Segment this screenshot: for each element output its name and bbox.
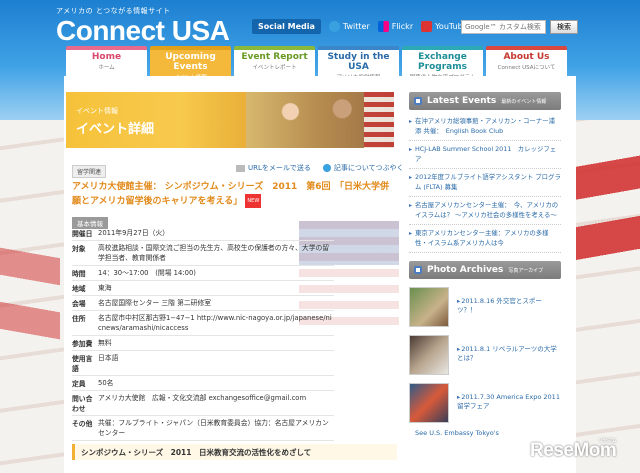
mail-icon bbox=[236, 164, 245, 172]
tab-about-us[interactable]: About Us Connect USAについて bbox=[486, 46, 567, 76]
twitter-link[interactable]: Twitter bbox=[328, 21, 370, 32]
tab-upcoming-events[interactable]: Upcoming Events イベント情報 bbox=[150, 46, 231, 81]
latest-event-link[interactable]: 名古屋アメリカンセンター主催： 今、アメリカのイスラムは？ 〜アメリカ社会の多様… bbox=[409, 197, 561, 225]
youtube-icon bbox=[421, 21, 433, 32]
info-row-region: 地域 東海 bbox=[72, 281, 334, 296]
info-row-other: その他 共催：フルブライト・ジャパン（日米教育委員会）協力：名古屋アメリカンセンタ… bbox=[72, 416, 334, 441]
tab-exchange-programs[interactable]: Exchange Programs 国務省人物交流プログラム bbox=[402, 46, 483, 81]
category-badge: 留学関連 bbox=[72, 165, 107, 178]
photo-thumbnail[interactable] bbox=[409, 335, 449, 375]
tab-study-in-usa[interactable]: Study in the USA アメリカ留学情報 bbox=[318, 46, 399, 81]
site-logo[interactable]: アメリカの とつながる情報サイト Connect USA bbox=[56, 6, 230, 46]
embassy-photos-link[interactable]: See U.S. Embassy Tokyo's bbox=[409, 429, 561, 437]
share-bar: URLをメールで送る 記事についてつぶやく bbox=[236, 163, 404, 173]
info-row-venue: 会場 名古屋国際センター 三階 第二研修室 bbox=[72, 296, 334, 311]
latest-event-link[interactable]: 在沖アメリカ総領事館・アメリカン・コーナー浦添 共催： English Book… bbox=[409, 113, 561, 141]
section-heading: シンポジウム・シリーズ 2011 日米教育交流の活性化をめざして bbox=[72, 444, 397, 460]
photo-caption[interactable]: 2011.8.16 外交官とスポーツ？！ bbox=[457, 297, 561, 315]
page-banner: イベント情報 イベント詳細 bbox=[66, 92, 394, 148]
event-info-table: 開催日 2011年9月27日（火） 対象 高校進路相談・国際交流ご担当の先生方、高校… bbox=[72, 226, 334, 441]
sidebar: Latest Events 最新のイベント情報 在沖アメリカ総領事館・アメリカン… bbox=[409, 92, 561, 437]
tweet-article-link[interactable]: 記事についてつぶやく bbox=[322, 163, 404, 173]
latest-event-link[interactable]: HCJ-LAB Summer School 2011 カレッジフェア bbox=[409, 141, 561, 169]
flickr-link[interactable]: Flickr bbox=[377, 21, 413, 32]
info-row-contact: 問い合わせ アメリカ大使館 広報・文化交流部 exchangesoffice@gm… bbox=[72, 391, 334, 416]
banner-subtitle: イベント情報 bbox=[76, 107, 118, 115]
main-navigation: Home ホーム Upcoming Events イベント情報 Event Re… bbox=[66, 46, 567, 81]
info-row-capacity: 定員 50名 bbox=[72, 376, 334, 391]
twitter-bird-icon bbox=[322, 164, 331, 172]
banner-flag-decoration bbox=[364, 92, 394, 148]
content-panel: イベント情報 イベント詳細 URLをメールで送る 記事についてつぶやく 留学関連… bbox=[64, 76, 576, 473]
photo-thumbnail[interactable] bbox=[409, 287, 449, 327]
article-title: アメリカ大使館主催： シンポジウム・シリーズ 2011 第6回 「日米大学併願と… bbox=[72, 182, 390, 208]
tab-event-report[interactable]: Event Report イベントレポート bbox=[234, 46, 315, 76]
search-form: 検索 bbox=[461, 20, 578, 34]
info-row-fee: 参加費 無料 bbox=[72, 336, 334, 351]
logo-wordmark: Connect USA bbox=[56, 15, 230, 46]
photo-caption[interactable]: 2011.8.1 リベラルアーツの大学とは？ bbox=[457, 345, 561, 363]
address-link[interactable]: 名古屋市中村区那古野1−47−1 http://www.nic-nagoya.o… bbox=[98, 313, 334, 333]
photo-thumbnail[interactable] bbox=[409, 383, 449, 423]
photo-caption[interactable]: 2011.7.30 America Expo 2011 留学フェア bbox=[457, 393, 561, 411]
latest-event-link[interactable]: 東京アメリカンセンター主催：アメリカの多様性・イスラム系アメリカ人は今 bbox=[409, 225, 561, 253]
social-media-label: Social Media bbox=[252, 19, 321, 34]
email-url-link[interactable]: URLをメールで送る bbox=[236, 163, 311, 173]
photo-archive-item[interactable]: 2011.8.1 リベラルアーツの大学とは？ bbox=[409, 335, 561, 375]
new-badge: NEW bbox=[245, 194, 262, 208]
info-row-language: 使用言語 日本語 bbox=[72, 351, 334, 376]
photo-archive-item[interactable]: 2011.8.16 外交官とスポーツ？！ bbox=[409, 287, 561, 327]
square-bullet-icon bbox=[414, 266, 422, 274]
social-media-bar: Social Media Twitter Flickr YouTube bbox=[252, 19, 468, 34]
info-row-audience: 対象 高校進路相談・国際交流ご担当の先生方、高校生の保護者の方々、大学の留学担当者… bbox=[72, 241, 334, 266]
info-row-address: 住所 名古屋市中村区那古野1−47−1 http://www.nic-nagoya… bbox=[72, 311, 334, 336]
info-row-date: 開催日 2011年9月27日（火） bbox=[72, 226, 334, 241]
flickr-icon bbox=[377, 21, 389, 32]
search-button[interactable]: 検索 bbox=[550, 20, 578, 34]
resemom-watermark: ReseMom リセマム bbox=[530, 438, 617, 461]
square-bullet-icon bbox=[414, 97, 422, 105]
photo-archives-header: Photo Archives 写真アーカイブ bbox=[409, 261, 561, 279]
info-row-time: 時間 14：30〜17:00 (開場 14:00) bbox=[72, 266, 334, 281]
photo-archives: Photo Archives 写真アーカイブ 2011.8.16 外交官とスポー… bbox=[409, 261, 561, 437]
search-input[interactable] bbox=[461, 20, 546, 34]
latest-events-header: Latest Events 最新のイベント情報 bbox=[409, 92, 561, 110]
twitter-icon bbox=[328, 21, 340, 32]
tab-home[interactable]: Home ホーム bbox=[66, 46, 147, 76]
page-title: イベント詳細 bbox=[76, 122, 155, 137]
latest-events-list: 在沖アメリカ総領事館・アメリカン・コーナー浦添 共催： English Book… bbox=[409, 113, 561, 253]
red-stripe-decoration-left bbox=[0, 150, 60, 410]
photo-archive-item[interactable]: 2011.7.30 America Expo 2011 留学フェア bbox=[409, 383, 561, 423]
latest-event-link[interactable]: 2012年度フルブライト語学アシスタント プログラム (FLTA) 募集 bbox=[409, 169, 561, 197]
